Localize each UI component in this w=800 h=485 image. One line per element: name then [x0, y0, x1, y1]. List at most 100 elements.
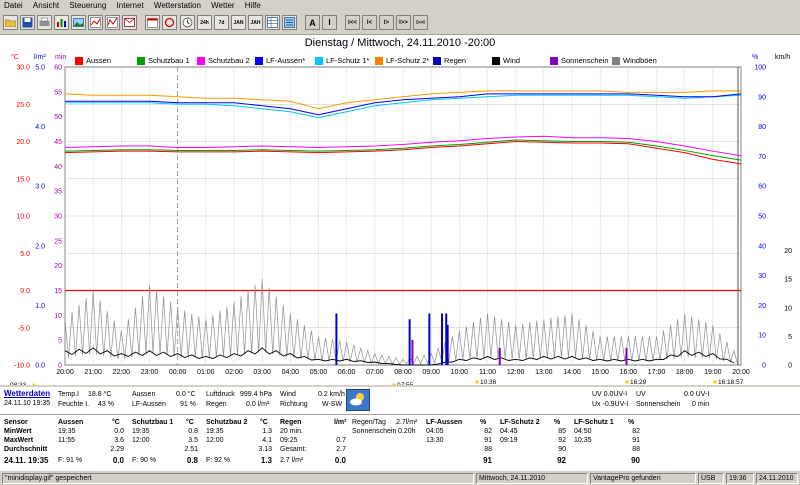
minutes-tick-label: 50	[54, 114, 62, 121]
sunshine-value: 0 min	[692, 401, 710, 408]
stats-schutzbau1-time: 12:00	[132, 437, 150, 444]
stats-lf-schutz2-time: 04:45	[500, 428, 518, 435]
temp-tick-label: 10.0	[16, 214, 30, 221]
time-tick-label: 04:00	[282, 369, 300, 376]
stats-regen-value: 2.7	[336, 446, 346, 453]
ux-label: Ux -0.9UV-I	[592, 401, 629, 408]
time-tick-label: 20:00	[56, 369, 74, 376]
rain-bar	[428, 313, 431, 365]
kmh-tick-label: 15	[784, 277, 792, 284]
aussen-value: 0.0 °C	[176, 391, 196, 398]
year-icon[interactable]: JAN	[231, 15, 246, 30]
time-tick-label: 03:00	[253, 369, 271, 376]
sunshine-bar	[411, 339, 414, 365]
divider	[0, 414, 800, 415]
nav-last-button[interactable]: I>>I	[413, 15, 428, 30]
open-file-icon[interactable]	[3, 15, 18, 30]
status-bar: "minidisplay.gif" gespeichert Mittwoch, …	[0, 472, 800, 485]
sun-marker-icon	[475, 380, 479, 384]
uv2-label: UV	[636, 391, 646, 398]
percent-tick-label: 10	[758, 333, 766, 340]
menu-wetter[interactable]: Wetter	[207, 0, 238, 12]
nav-a-button[interactable]: A	[305, 15, 320, 30]
stats-schutzbau1-header: Schutzbau 1	[132, 419, 174, 426]
menu-steuerung[interactable]: Steuerung	[65, 0, 110, 12]
stats-lf-schutz2-value: 90	[558, 446, 566, 453]
week-icon[interactable]: 24h	[197, 15, 212, 30]
table-icon[interactable]	[265, 15, 280, 30]
minutes-tick-label: 10	[54, 313, 62, 320]
print-icon[interactable]	[37, 15, 52, 30]
stats-lf-schutz2-value: 85	[558, 428, 566, 435]
menu-hilfe[interactable]: Hilfe	[241, 0, 265, 12]
status-file: "minidisplay.gif" gespeichert	[2, 473, 474, 484]
time-tick-label: 06:00	[338, 369, 356, 376]
rain-label: Regen	[206, 401, 227, 408]
year-view-icon[interactable]: JAH	[248, 15, 263, 30]
menu-internet[interactable]: Internet	[113, 0, 148, 12]
stats-schutzbau2-time: 12:00	[206, 437, 224, 444]
stats-aussen-value: 0.0	[114, 428, 124, 435]
menu-datei[interactable]: Datei	[0, 0, 27, 12]
direction-value: W-SW	[322, 401, 343, 408]
time-tick-label: 07:00	[366, 369, 384, 376]
stats-row-max: MaxWert	[4, 437, 34, 444]
stats-schutzbau1-value: 3.5	[188, 437, 198, 444]
sun-time-label: 07:55	[397, 382, 414, 385]
image-icon[interactable]	[71, 15, 86, 30]
month-icon[interactable]: 7d	[214, 15, 229, 30]
day-icon[interactable]	[180, 15, 195, 30]
stats-lf-aussen-value: 82	[484, 428, 492, 435]
stats-aussen-value: 2.29	[110, 446, 124, 453]
minutes-tick-label: 5	[58, 338, 62, 345]
nav-pause-button[interactable]: I	[322, 15, 337, 30]
sunshine-bar	[498, 347, 501, 365]
menu-wetterstation[interactable]: Wetterstation	[150, 0, 205, 12]
temp-tick-label: 5.0	[20, 251, 30, 258]
stats-schutzbau2-unit: °C	[260, 419, 268, 426]
calendar-icon[interactable]	[145, 15, 160, 30]
kmh-tick-label: 5	[788, 334, 792, 341]
stats-lf-schutz1-value: 91	[632, 437, 640, 444]
list-icon[interactable]	[282, 15, 297, 30]
percent-tick-label: 60	[758, 184, 766, 191]
rain-bar	[408, 319, 411, 365]
stats-schutzbau2-value: 1.3	[262, 428, 272, 435]
temp-tick-label: 15.0	[16, 176, 30, 183]
weather-chart: 30.0 25.0 20.0 15.0 10.0 5.0 0.0 -5.0 -10.0 5.0 4.…	[10, 65, 792, 385]
pressure-label: Luftdruck	[206, 391, 235, 398]
time-tick-label: 18:00	[676, 369, 694, 376]
mail-icon[interactable]	[122, 15, 137, 30]
refresh-icon[interactable]	[162, 15, 177, 30]
chart-icon[interactable]	[54, 15, 69, 30]
current-data-link[interactable]: Wetterdaten	[4, 390, 50, 398]
save-icon[interactable]	[20, 15, 35, 30]
stats-schutzbau1-time: 19:35	[132, 428, 150, 435]
stats-lf-schutz1-unit: %	[628, 419, 635, 426]
rain-tick-label: 3.0	[35, 184, 45, 191]
percent-tick-label: 0	[762, 363, 766, 370]
graph-icon[interactable]	[88, 15, 103, 30]
table-view-icon[interactable]	[105, 15, 120, 30]
nav-prev-button[interactable]: I<	[362, 15, 377, 30]
stats-schutzbau2-value: 4.1	[262, 437, 272, 444]
percent-tick-label: 90	[758, 94, 766, 101]
time-tick-label: 12:00	[507, 369, 525, 376]
stats-lf-aussen-header: LF-Aussen	[426, 419, 463, 426]
nav-fast-forward-button[interactable]: I>>	[396, 15, 411, 30]
nav-next-button[interactable]: I>	[379, 15, 394, 30]
time-tick-label: 14:00	[563, 369, 581, 376]
pressure-value: 999.4 hPa	[240, 391, 272, 398]
sun-marker-icon	[625, 380, 629, 384]
percent-tick-label: 30	[758, 273, 766, 280]
menu-ansicht[interactable]: Ansicht	[29, 0, 63, 12]
sun-time-label: 08:33	[10, 382, 27, 385]
stats-regen-time: 2.7 l/m²	[280, 457, 304, 464]
sun-time-label: 16:18:57	[718, 379, 744, 385]
nav-first-button[interactable]: I<<	[345, 15, 360, 30]
percent-tick-label: 70	[758, 154, 766, 161]
stats-schutzbau2-time: F: 92 %	[206, 457, 231, 464]
status-port: USB	[698, 473, 724, 484]
time-tick-label: 19:00	[704, 369, 722, 376]
humidity-value: 43 %	[98, 401, 114, 408]
